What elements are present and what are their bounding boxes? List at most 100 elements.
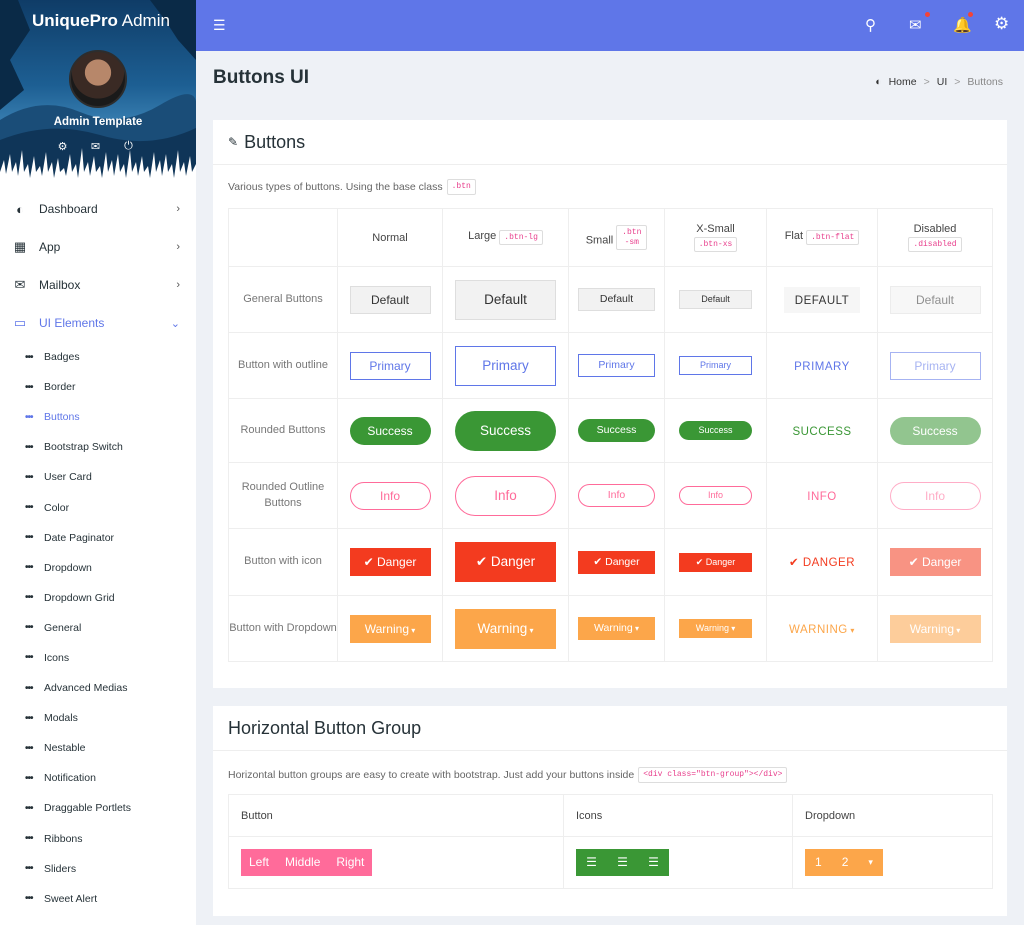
sidebar-subitem-modals[interactable]: ••• Modals bbox=[0, 703, 196, 733]
class-code: .btn-flat bbox=[806, 229, 860, 246]
success-large-button[interactable]: Success bbox=[455, 410, 556, 451]
danger-large-button[interactable]: ✔ Danger bbox=[455, 542, 556, 582]
table-cell: Warning ▾ bbox=[568, 595, 665, 662]
primary-normal-button[interactable]: Primary bbox=[349, 351, 431, 380]
info-large-button[interactable]: Info bbox=[455, 475, 556, 516]
sidebar-subitem-sliders[interactable]: ••• Sliders bbox=[0, 854, 196, 884]
sidebar-subitem-general[interactable]: ••• General bbox=[0, 613, 196, 643]
align-center-icon[interactable]: ☰ bbox=[607, 849, 638, 876]
dots-icon: ••• bbox=[25, 502, 34, 514]
gear-icon[interactable]: ⚙ bbox=[994, 14, 1009, 34]
class-code: .disabled bbox=[908, 236, 962, 253]
success-small-button[interactable]: Success bbox=[578, 419, 655, 442]
grid-icon: ▦ bbox=[13, 239, 27, 254]
right-button[interactable]: Right bbox=[328, 849, 373, 876]
sidebar-subitem-ribbons[interactable]: ••• Ribbons bbox=[0, 824, 196, 854]
table-row: Rounded Buttons Success Success Success Succ… bbox=[228, 398, 993, 463]
danger-small-button[interactable]: ✔ Danger bbox=[578, 550, 655, 574]
app-logo[interactable]: UniquePro Admin bbox=[32, 11, 170, 31]
mail-icon[interactable]: ✉ bbox=[909, 16, 922, 34]
table-cell: ✔ Danger bbox=[337, 528, 443, 596]
avatar[interactable] bbox=[69, 50, 127, 108]
info-flat-button[interactable]: INFO bbox=[796, 483, 847, 509]
primary-flat-button[interactable]: PRIMARY bbox=[783, 353, 861, 379]
danger-flat-button[interactable]: ✔ DANGER bbox=[778, 549, 866, 575]
warning-normal-button[interactable]: Warning ▾ bbox=[349, 614, 431, 643]
table-header-small: Small .btn-sm bbox=[568, 208, 665, 267]
table-cell: PRIMARY bbox=[766, 332, 878, 399]
card-title: Horizontal Button Group bbox=[213, 706, 1007, 751]
search-icon[interactable]: ⚲ bbox=[865, 16, 876, 34]
default-small-button[interactable]: Default bbox=[578, 288, 655, 311]
middle-button[interactable]: Middle bbox=[277, 849, 329, 876]
breadcrumb-home[interactable]: Home bbox=[889, 76, 917, 88]
dropdown-toggle-button[interactable]: ▾ bbox=[858, 849, 883, 876]
primary-large-button[interactable]: Primary bbox=[455, 345, 556, 386]
table-header-flat: Flat .btn-flat bbox=[766, 208, 878, 267]
info-normal-button[interactable]: Info bbox=[349, 481, 431, 510]
table-cell: Success bbox=[877, 398, 993, 463]
sidebar-subitem-dropdown[interactable]: ••• Dropdown bbox=[0, 553, 196, 583]
group-button-1[interactable]: 1 bbox=[805, 849, 832, 876]
sidebar-subitem-dropdown-grid[interactable]: ••• Dropdown Grid bbox=[0, 583, 196, 613]
dots-icon: ••• bbox=[25, 471, 34, 483]
card-title: ✎ Buttons bbox=[213, 120, 1007, 165]
sidebar-item-app[interactable]: ▦ App › bbox=[0, 228, 196, 266]
sidebar-subitem-nestable[interactable]: ••• Nestable bbox=[0, 733, 196, 763]
default-flat-button[interactable]: DEFAULT bbox=[783, 286, 861, 313]
sidebar-subitem-notification[interactable]: ••• Notification bbox=[0, 763, 196, 793]
danger-normal-button[interactable]: ✔ Danger bbox=[349, 548, 431, 576]
sidebar-item-mailbox[interactable]: ✉ Mailbox › bbox=[0, 266, 196, 304]
sidebar: UniquePro Admin Admin Template ⚙ ✉ ⏻ ◐ D… bbox=[0, 0, 196, 925]
sidebar-subitem-buttons[interactable]: ••• Buttons bbox=[0, 402, 196, 432]
sidebar-subitem-label: Badges bbox=[44, 351, 80, 364]
success-flat-button[interactable]: SUCCESS bbox=[781, 418, 862, 444]
sidebar-subitem-color[interactable]: ••• Color bbox=[0, 492, 196, 522]
buttons-card: ✎ Buttons Various types of buttons. Usin… bbox=[213, 120, 1007, 688]
menu-icon[interactable]: ☰ bbox=[213, 17, 226, 34]
success-disabled-button: Success bbox=[889, 416, 981, 445]
table-cell: SUCCESS bbox=[766, 398, 878, 463]
sidebar-item-ui-elements[interactable]: ▭ UI Elements ⌄ bbox=[0, 304, 196, 342]
table-row: Button with outline Primary Primary Primary… bbox=[228, 332, 993, 399]
warning-small-button[interactable]: Warning ▾ bbox=[578, 617, 655, 640]
default-normal-button[interactable]: Default bbox=[349, 285, 431, 314]
row-label: Rounded Buttons bbox=[228, 398, 338, 463]
default-disabled-button: Default bbox=[889, 285, 981, 314]
sidebar-subitem-border[interactable]: ••• Border bbox=[0, 372, 196, 402]
left-button[interactable]: Left bbox=[241, 849, 278, 876]
align-left-icon[interactable]: ☰ bbox=[576, 849, 607, 876]
info-small-button[interactable]: Info bbox=[578, 484, 655, 507]
sidebar-subitem-draggable-portlets[interactable]: ••• Draggable Portlets bbox=[0, 793, 196, 823]
sidebar-subitem-icons[interactable]: ••• Icons bbox=[0, 643, 196, 673]
sidebar-item-dashboard[interactable]: ◐ Dashboard › bbox=[0, 190, 196, 228]
sidebar-subitem-date-paginator[interactable]: ••• Date Paginator bbox=[0, 523, 196, 553]
danger-x-small-button[interactable]: ✔ Danger bbox=[679, 552, 752, 572]
sidebar-subitem-label: Bootstrap Switch bbox=[44, 441, 123, 454]
sidebar-subitem-badges[interactable]: ••• Badges bbox=[0, 342, 196, 372]
sidebar-subitem-bootstrap-switch[interactable]: ••• Bootstrap Switch bbox=[0, 432, 196, 462]
success-normal-button[interactable]: Success bbox=[349, 416, 431, 445]
card-description: Horizontal button groups are easy to cre… bbox=[228, 767, 788, 783]
default-x-small-button[interactable]: Default bbox=[679, 290, 752, 309]
warning-flat-button[interactable]: WARNING ▾ bbox=[778, 616, 866, 642]
sidebar-subitem-advanced-medias[interactable]: ••• Advanced Medias bbox=[0, 673, 196, 703]
warning-large-button[interactable]: Warning ▾ bbox=[455, 608, 556, 649]
warning-x-small-button[interactable]: Warning ▾ bbox=[679, 619, 752, 638]
sidebar-subitem-user-card[interactable]: ••• User Card bbox=[0, 462, 196, 492]
breadcrumb-ui[interactable]: UI bbox=[937, 76, 948, 88]
primary-x-small-button[interactable]: Primary bbox=[679, 356, 752, 375]
sidebar-subitem-sweet-alert[interactable]: ••• Sweet Alert bbox=[0, 884, 196, 914]
caret-down-icon: ▾ bbox=[728, 624, 736, 633]
default-large-button[interactable]: Default bbox=[455, 279, 556, 320]
primary-small-button[interactable]: Primary bbox=[578, 354, 655, 377]
bell-icon[interactable]: 🔔 bbox=[953, 16, 972, 34]
row-label: Rounded Outline Buttons bbox=[228, 462, 338, 529]
sidebar-subitem-label: Dropdown bbox=[44, 561, 92, 574]
success-x-small-button[interactable]: Success bbox=[679, 421, 752, 440]
info-x-small-button[interactable]: Info bbox=[679, 486, 752, 505]
dots-icon: ••• bbox=[25, 622, 34, 634]
align-right-icon[interactable]: ☰ bbox=[638, 849, 669, 876]
group-button-2[interactable]: 2 bbox=[831, 849, 859, 876]
ui-elements-submenu: ••• Badges ••• Border ••• Buttons ••• Bootstrap… bbox=[0, 342, 196, 914]
